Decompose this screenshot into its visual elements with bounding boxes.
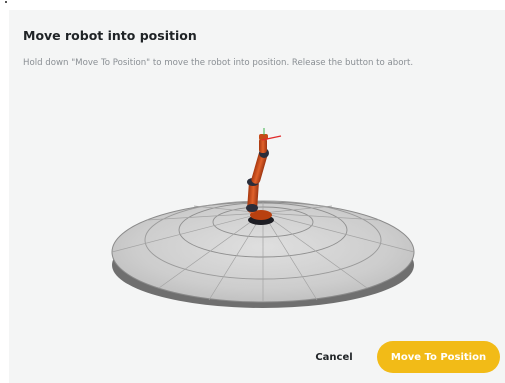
window-corner-mark [5,1,7,3]
cancel-button[interactable]: Cancel [309,348,359,366]
move-robot-dialog: Move robot into position Hold down "Move… [9,10,505,383]
robot-3d-view[interactable] [9,10,505,383]
move-to-position-button[interactable]: Move To Position [377,341,500,373]
